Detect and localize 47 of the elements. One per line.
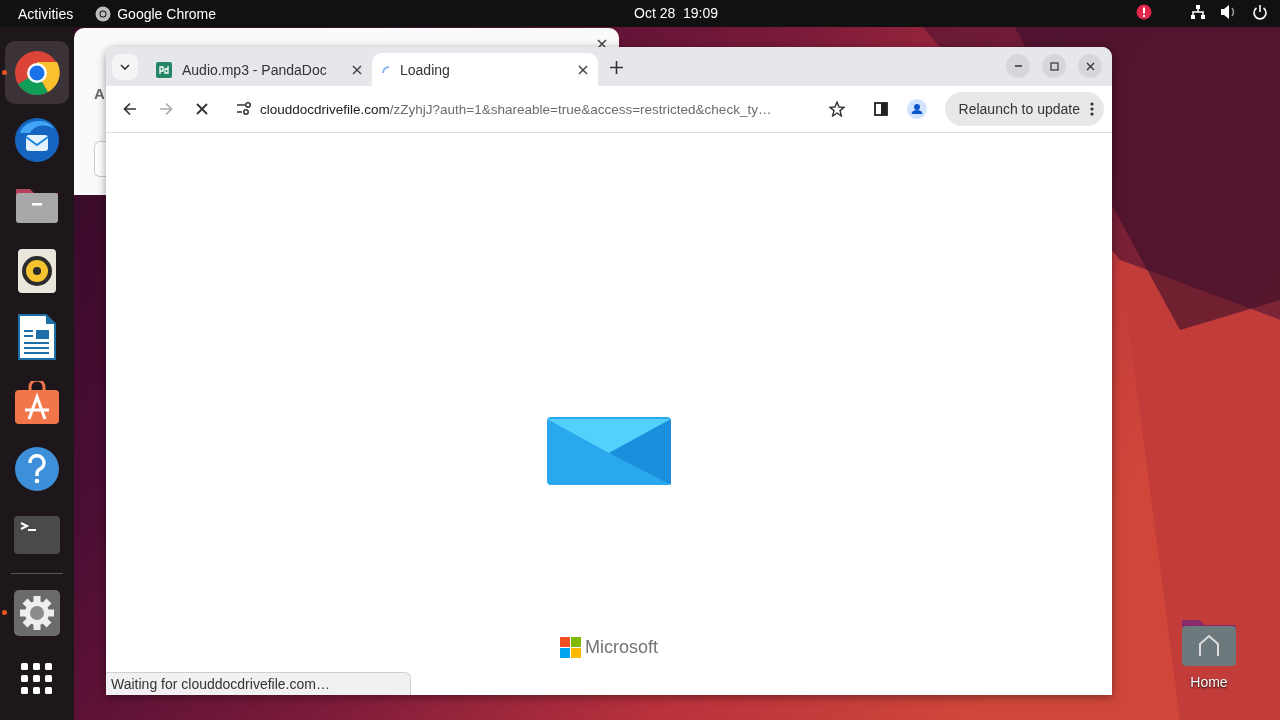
help-icon [14,445,60,492]
caret-icon [120,64,130,70]
document-icon [18,313,56,360]
chrome-icon [95,5,112,22]
app-grid-icon [21,662,53,695]
minimize-button[interactable] [1006,54,1030,78]
maximize-icon [1049,61,1059,71]
profile-icon[interactable] [906,99,927,119]
close-icon [1085,61,1095,71]
plus-icon [610,61,623,74]
brand-name: Microsoft [585,637,658,658]
chrome-icon [13,48,61,97]
close-icon[interactable] [578,64,588,75]
alert-icon[interactable] [1136,4,1152,20]
back-icon[interactable] [123,102,137,116]
app-menu[interactable]: Google Chrome [117,5,217,22]
activities-button[interactable]: Activities [18,5,74,22]
browser-tab[interactable]: Audio.mp3 - PandaDoc [146,53,372,86]
desktop-icon-label[interactable]: Home [1190,674,1228,690]
close-icon[interactable] [597,39,607,49]
relaunch-button[interactable]: Relaunch to update [944,92,1104,126]
tab-search-button[interactable] [112,54,138,80]
network-icon[interactable] [1190,4,1206,20]
dialog-text: A [94,85,105,102]
star-icon[interactable] [828,101,845,117]
terminal-icon [14,515,60,554]
document-logo-icon [156,61,172,78]
input-field[interactable] [94,141,106,177]
windows-logo-icon [560,637,581,658]
power-icon[interactable] [1252,4,1268,20]
side-panel-icon[interactable] [873,102,888,116]
close-button[interactable] [1078,54,1102,78]
gear-icon [14,589,60,636]
loading-spinner-icon [382,65,390,74]
maximize-button[interactable] [1042,54,1066,78]
clock[interactable]: Oct 28 19:09 [634,5,719,21]
close-icon[interactable] [352,64,362,75]
speaker-icon [18,248,56,293]
minimize-icon [1013,65,1023,67]
stop-icon[interactable] [196,103,208,115]
more-icon [1090,102,1094,116]
browser-tab[interactable]: Loading [372,53,598,86]
status-bubble: Waiting for clouddocdrivefile.com… [106,672,411,695]
envelope-icon [547,417,671,485]
home-folder-icon[interactable] [1180,618,1238,668]
shopping-bag-icon [14,380,60,425]
site-settings-icon[interactable] [236,102,252,116]
